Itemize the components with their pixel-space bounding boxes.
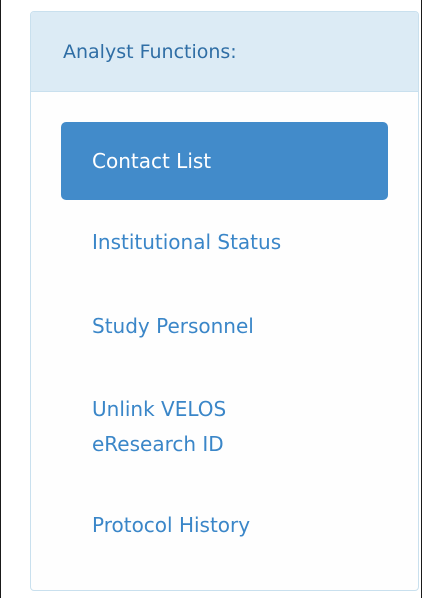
nav-item-unlink-velos-eresearch-id[interactable]: Unlink VELOS eResearch ID	[61, 392, 388, 462]
panel-title: Analyst Functions:	[63, 40, 237, 63]
analyst-functions-panel: Analyst Functions: Contact List Institut…	[30, 11, 419, 591]
nav-item-study-personnel[interactable]: Study Personnel	[61, 309, 388, 344]
nav-item-institutional-status[interactable]: Institutional Status	[61, 225, 388, 260]
panel-header: Analyst Functions:	[31, 12, 418, 92]
nav-item-contact-list[interactable]: Contact List	[61, 122, 388, 200]
nav-item-protocol-history[interactable]: Protocol History	[61, 508, 388, 543]
analyst-nav: Contact List Institutional Status Study …	[61, 122, 388, 543]
page-frame: Analyst Functions: Contact List Institut…	[0, 0, 422, 598]
